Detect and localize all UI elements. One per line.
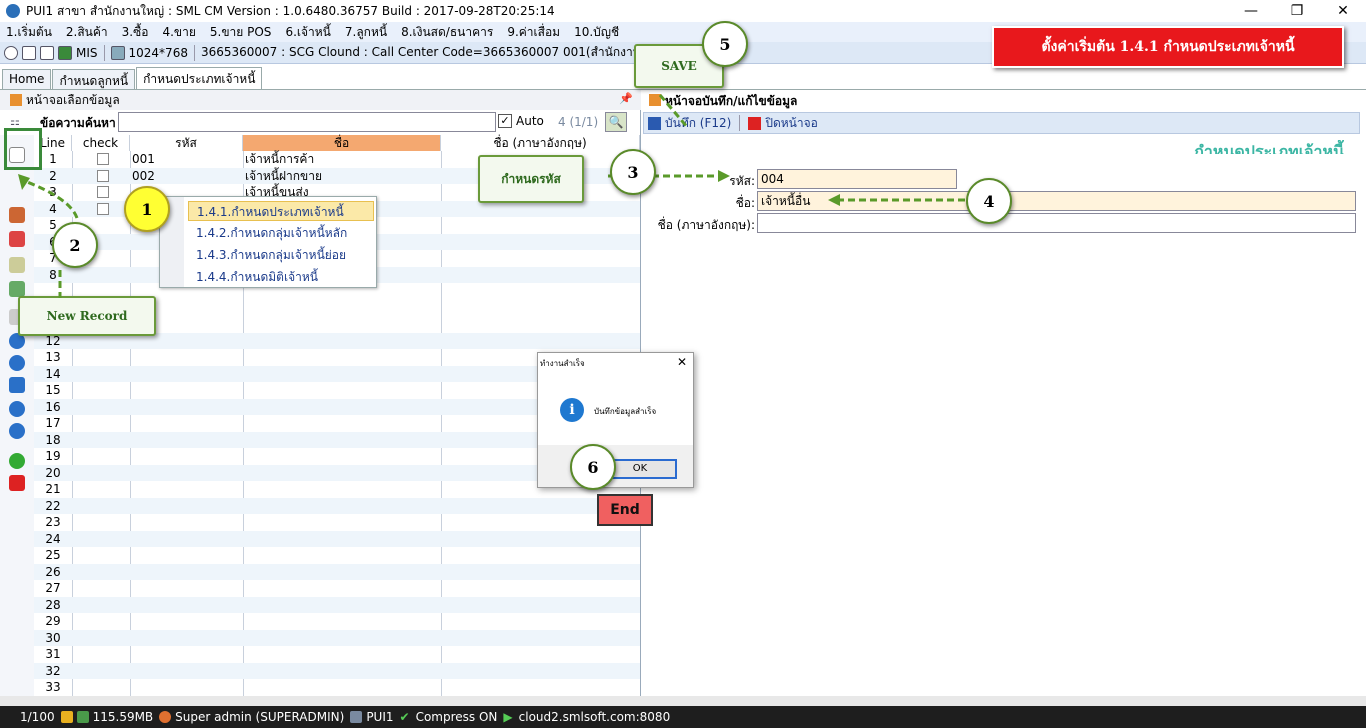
memory-icon — [76, 711, 89, 723]
dialog-title: ทำงานสำเร็จ — [540, 359, 585, 368]
user-status: Super admin (SUPERADMIN) — [175, 710, 345, 724]
status-bar: 1/100 115.59MB Super admin (SUPERADMIN) … — [0, 706, 1366, 728]
page-status: 1/100 — [20, 710, 55, 724]
compress-status: Compress ON — [415, 710, 498, 724]
step-5-marker: 5 — [702, 21, 748, 67]
memory-status: 115.59MB — [92, 710, 154, 724]
info-icon: i — [560, 398, 584, 422]
step-2-marker: 2 — [52, 222, 98, 268]
play-icon: ▶ — [503, 710, 513, 724]
user-icon — [159, 711, 172, 723]
check-icon: ✔ — [399, 710, 410, 724]
horizontal-scrollbar[interactable] — [0, 696, 1366, 706]
end-label: End — [597, 494, 653, 526]
branch-icon — [350, 711, 363, 723]
dialog-close-button[interactable]: ✕ — [677, 355, 687, 369]
step-4-marker: 4 — [966, 178, 1012, 224]
step-6-marker: 6 — [570, 444, 616, 490]
key-icon — [60, 711, 73, 723]
step-3-marker: 3 — [610, 149, 656, 195]
server-status: cloud2.smlsoft.com:8080 — [518, 710, 671, 724]
step-1-marker: 1 — [124, 186, 170, 232]
dialog-message: บันทึกข้อมูลสำเร็จ — [594, 407, 657, 416]
branch-status: PUI1 — [366, 710, 394, 724]
